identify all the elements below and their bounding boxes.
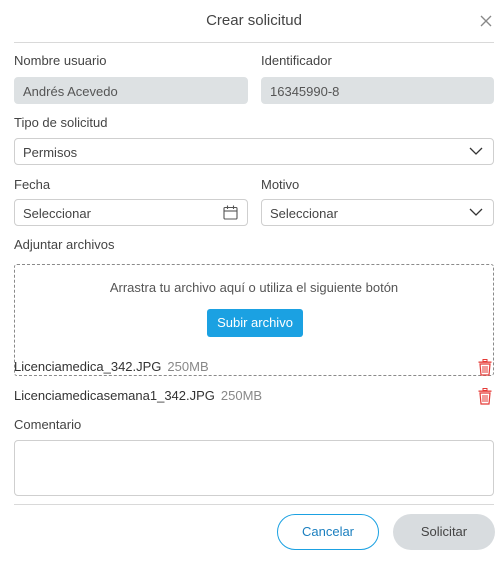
close-icon (480, 15, 492, 27)
date-label: Fecha (14, 177, 51, 192)
request-type-select[interactable]: Permisos (14, 138, 494, 165)
user-name-field: Andrés Acevedo (14, 77, 248, 104)
chevron-down-icon (469, 147, 483, 155)
file-name: Licenciamedicasemana1_342.JPG (14, 388, 215, 403)
dialog-header: Crear solicitud (14, 0, 494, 43)
close-button[interactable] (478, 13, 494, 29)
identifier-label: Identificador (261, 53, 332, 68)
cancel-button[interactable]: Cancelar (277, 514, 379, 550)
identifier-field: 16345990-8 (261, 77, 494, 104)
footer-divider (14, 504, 494, 505)
submit-button[interactable]: Solicitar (393, 514, 495, 550)
request-type-label: Tipo de solicitud (14, 115, 108, 130)
comment-label: Comentario (14, 417, 82, 432)
reason-placeholder: Seleccionar (270, 206, 338, 221)
file-size: 250MB (220, 388, 263, 403)
file-item: Licenciamedica_342.JPG 250MB (14, 359, 494, 379)
upload-file-button[interactable]: Subir archivo (207, 309, 303, 337)
dialog-title: Crear solicitud (206, 12, 302, 29)
reason-select[interactable]: Seleccionar (261, 199, 494, 226)
attachments-label: Adjuntar archivos (14, 237, 115, 252)
calendar-icon (223, 205, 238, 220)
date-picker[interactable]: Seleccionar (14, 199, 248, 226)
chevron-down-icon (469, 208, 483, 216)
file-size: 250MB (167, 359, 209, 374)
dropzone-text: Arrastra tu archivo aquí o utiliza el si… (109, 280, 399, 295)
reason-label: Motivo (261, 177, 300, 192)
trash-icon[interactable] (478, 388, 492, 405)
file-name: Licenciamedica_342.JPG (14, 359, 162, 374)
date-placeholder: Seleccionar (23, 206, 91, 221)
file-item: Licenciamedicasemana1_342.JPG 250MB (14, 388, 494, 408)
request-type-value: Permisos (23, 145, 78, 160)
create-request-dialog: Crear solicitud Nombre usuario Andrés Ac… (0, 0, 502, 562)
user-name-label: Nombre usuario (14, 53, 107, 68)
trash-icon[interactable] (478, 359, 492, 376)
comment-textarea[interactable] (14, 440, 494, 496)
